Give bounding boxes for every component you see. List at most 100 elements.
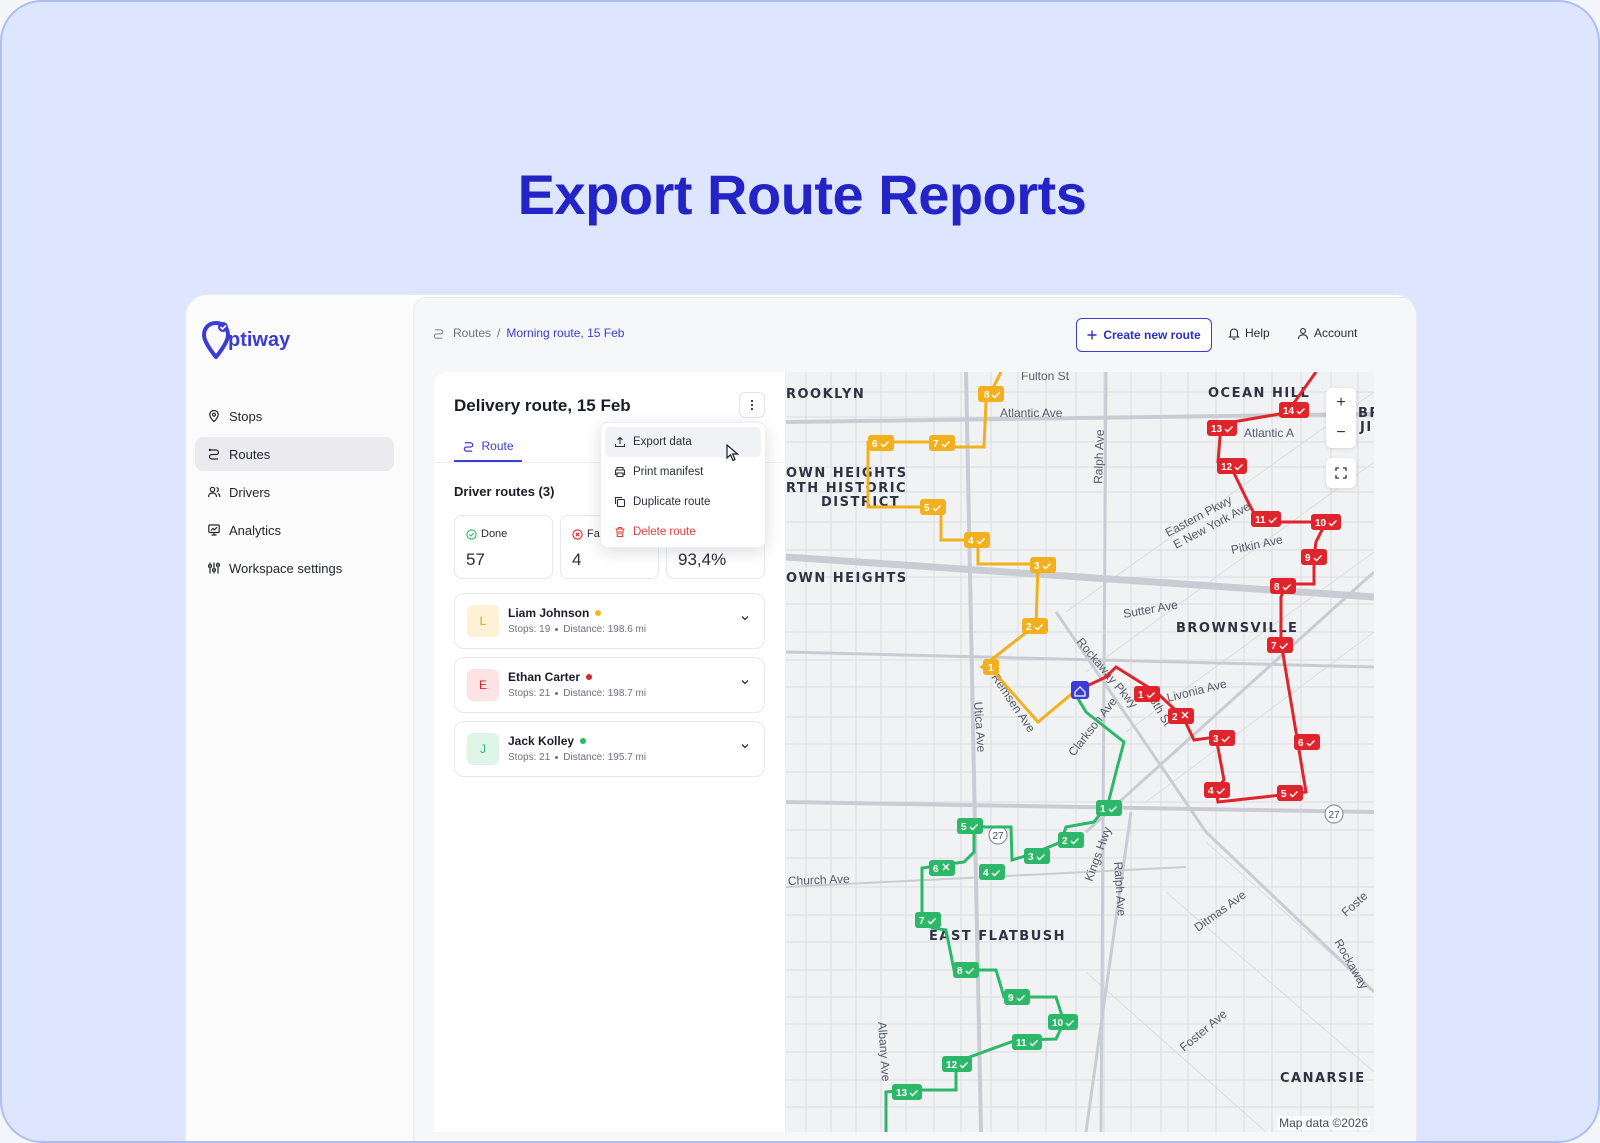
- street-label: Albany Ave: [875, 1021, 893, 1082]
- breadcrumb-routes[interactable]: Routes: [453, 326, 491, 340]
- sidebar-item-routes[interactable]: Routes: [195, 437, 394, 471]
- route-map[interactable]: ROOKLYN OCEAN HILL OWN HEIGHTS RTH HISTO…: [786, 372, 1374, 1132]
- stop-marker: 8: [1270, 578, 1296, 594]
- avatar: E: [467, 669, 499, 701]
- more-options-button[interactable]: [739, 392, 765, 418]
- chevron-down-icon[interactable]: [740, 677, 750, 687]
- zoom-out-button[interactable]: −: [1326, 418, 1356, 448]
- topbar: Routes / Morning route, 15 Feb Create ne…: [414, 298, 1416, 370]
- check-circle-icon: [466, 528, 477, 540]
- route-options-menu: Export data Print manifest Duplicate rou…: [600, 422, 766, 548]
- svg-text:7: 7: [919, 916, 925, 927]
- driver-meta: Stops: 19 Distance: 198.6 mi: [508, 624, 646, 635]
- driver-card-jack[interactable]: J Jack Kolley Stops: 21 Distance: 195.7 …: [454, 721, 765, 777]
- cursor-icon: [726, 444, 740, 462]
- stop-marker: 7: [929, 435, 955, 451]
- tab-route[interactable]: Route: [454, 432, 522, 462]
- sidebar-item-label: Stops: [229, 408, 263, 424]
- svg-text:6: 6: [872, 439, 878, 450]
- street-label: Ralph Ave: [1091, 429, 1107, 484]
- breadcrumb: Routes / Morning route, 15 Feb: [432, 326, 624, 340]
- avatar: J: [467, 733, 499, 765]
- street-label: Rockaway: [1331, 937, 1371, 992]
- logo[interactable]: ptiway: [202, 321, 290, 359]
- fullscreen-button[interactable]: [1326, 458, 1356, 488]
- depot-marker[interactable]: [1071, 681, 1089, 699]
- stop-marker: 1: [1096, 800, 1122, 816]
- svg-text:4: 4: [983, 868, 989, 879]
- svg-text:2: 2: [1026, 622, 1032, 633]
- driver-distance: Distance: 195.7 mi: [563, 752, 647, 763]
- map-attribution: Map data ©2026: [1277, 1116, 1370, 1130]
- street-label: Remsen Ave: [989, 671, 1039, 735]
- menu-item-label: Print manifest: [633, 466, 704, 478]
- svg-text:1: 1: [1138, 690, 1144, 701]
- driver-card-liam[interactable]: L Liam Johnson Stops: 19 Distance: 198.6…: [454, 593, 765, 649]
- stop-marker: 2: [1058, 832, 1084, 848]
- stat-done-label: Done: [481, 528, 508, 540]
- stop-marker: 6: [929, 860, 955, 876]
- breadcrumb-current[interactable]: Morning route, 15 Feb: [506, 326, 624, 340]
- zoom-in-button[interactable]: +: [1326, 388, 1356, 418]
- sidebar-item-workspace-settings[interactable]: Workspace settings: [195, 551, 394, 585]
- label-north-historic: RTH HISTORIC: [786, 481, 907, 496]
- stat-label: Fa: [572, 528, 600, 540]
- stop-marker: 13: [1207, 420, 1237, 436]
- bullet: [555, 628, 559, 631]
- svg-text:4: 4: [1208, 786, 1214, 797]
- svg-text:12: 12: [946, 1060, 958, 1071]
- stop-marker: 2: [1168, 708, 1194, 724]
- svg-text:7: 7: [933, 439, 939, 450]
- sidebar-item-analytics[interactable]: Analytics: [195, 513, 394, 547]
- menu-duplicate-route[interactable]: Duplicate route: [605, 487, 761, 517]
- label-canarsie: CANARSIE: [1280, 1071, 1366, 1086]
- fullscreen-icon: [1335, 467, 1347, 479]
- stop-marker: 4: [979, 864, 1005, 880]
- stat-failed-label: Fa: [587, 528, 600, 540]
- stop-marker: 1: [983, 659, 999, 675]
- sidebar-item-label: Workspace settings: [229, 560, 343, 576]
- chart-icon: [208, 524, 220, 536]
- driver-card-ethan[interactable]: E Ethan Carter Stops: 21 Distance: 198.7…: [454, 657, 765, 713]
- stop-markers-green[interactable]: 1 2 3 4 5 6 7 8 9 10 11 12 13: [892, 800, 1122, 1100]
- map-canvas[interactable]: ROOKLYN OCEAN HILL OWN HEIGHTS RTH HISTO…: [786, 372, 1374, 1132]
- chevron-down-icon[interactable]: [740, 741, 750, 751]
- hero-title: Export Route Reports: [517, 163, 1087, 226]
- bullet: [555, 756, 559, 759]
- kebab-icon: [750, 399, 754, 411]
- stop-marker: 11: [1251, 511, 1281, 527]
- menu-delete-route[interactable]: Delete route: [605, 517, 761, 547]
- menu-item-label: Duplicate route: [633, 496, 711, 508]
- svg-text:11: 11: [1016, 1038, 1027, 1049]
- label-brooklyn: ROOKLYN: [786, 387, 865, 402]
- sidebar-item-stops[interactable]: Stops: [195, 399, 394, 433]
- driver-name: Jack Kolley: [508, 734, 587, 748]
- stop-marker: 3: [1209, 730, 1235, 746]
- svg-text:11: 11: [1255, 515, 1266, 526]
- stop-marker: 7: [1267, 637, 1293, 653]
- stat-failed-value: 4: [572, 550, 582, 569]
- status-dot: [580, 738, 587, 744]
- account-button[interactable]: Account: [1297, 326, 1357, 340]
- street-label: Atlantic Ave: [1000, 406, 1063, 420]
- svg-text:12: 12: [1221, 462, 1233, 473]
- stop-marker: 5: [957, 818, 983, 834]
- driver-name: Liam Johnson: [508, 606, 602, 620]
- svg-text:3: 3: [1213, 734, 1219, 745]
- chevron-down-icon[interactable]: [740, 613, 750, 623]
- svg-text:6: 6: [933, 864, 939, 875]
- shield-label: 27: [1328, 810, 1340, 821]
- help-button[interactable]: Help: [1228, 326, 1270, 340]
- route-icon: [464, 441, 474, 452]
- stat-done: Done 57: [454, 515, 553, 579]
- driver-meta: Stops: 21 Distance: 195.7 mi: [508, 752, 646, 763]
- street-label: Church Ave: [788, 872, 851, 888]
- trash-icon: [615, 526, 625, 538]
- driver-name: Ethan Carter: [508, 670, 593, 684]
- fullscreen-control: [1326, 458, 1356, 488]
- svg-text:2: 2: [1062, 836, 1068, 847]
- sidebar-item-drivers[interactable]: Drivers: [195, 475, 394, 509]
- create-route-button[interactable]: Create new route: [1076, 318, 1212, 352]
- account-label: Account: [1314, 326, 1358, 340]
- stop-marker: 5: [920, 499, 946, 515]
